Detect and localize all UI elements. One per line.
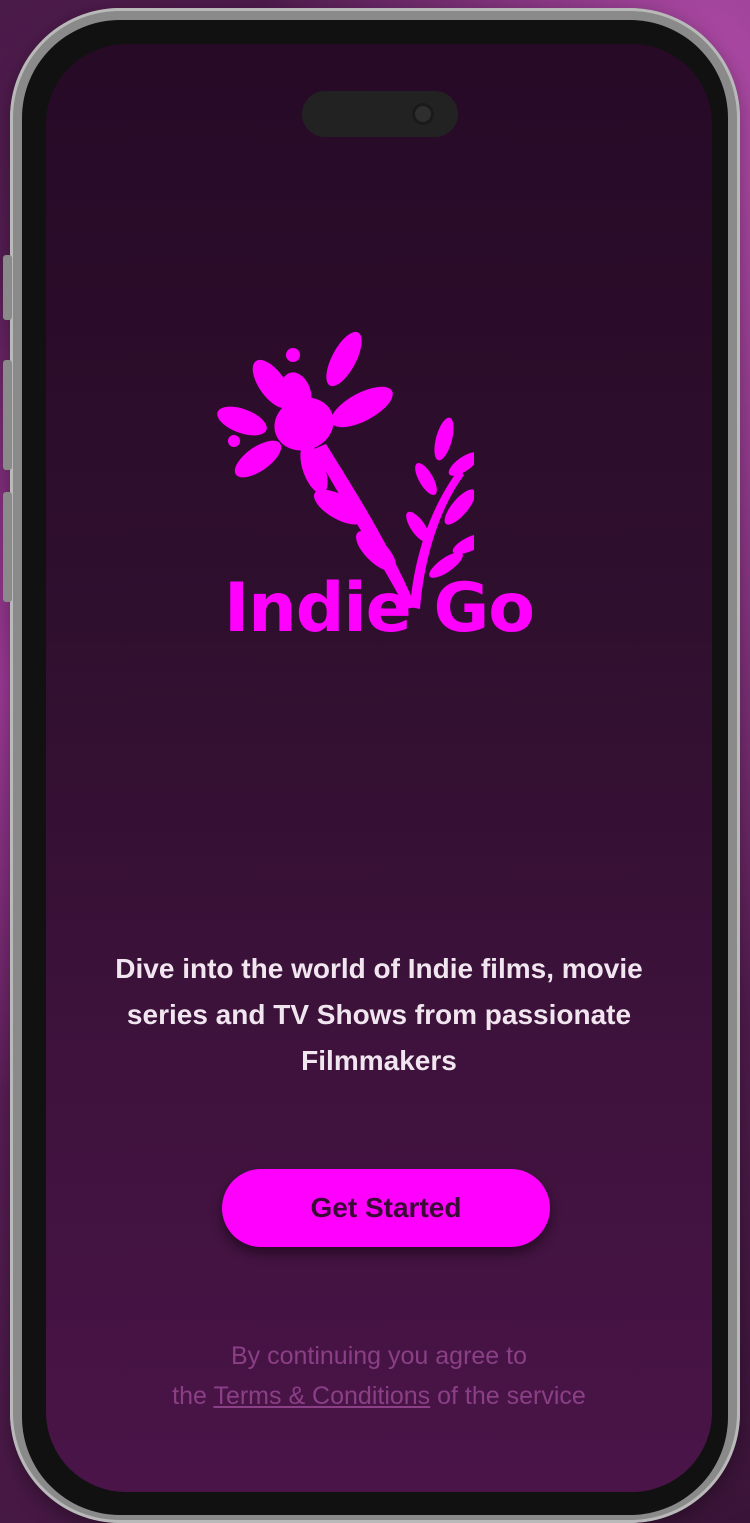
legal-prefix: the — [172, 1382, 207, 1410]
phone-volume-up-button — [3, 360, 12, 470]
legal-suffix: of the service — [437, 1382, 586, 1410]
phone-mute-switch — [3, 255, 12, 320]
terms-conditions-link[interactable]: Terms & Conditions — [213, 1382, 430, 1410]
legal-notice: By continuing you agree to the Terms & C… — [86, 1336, 672, 1416]
brand-name: Indie Go — [223, 569, 535, 648]
front-camera-icon — [412, 103, 434, 125]
dynamic-island — [302, 91, 458, 137]
phone-screen: Indie Go Dive into the world of Indie fi… — [46, 44, 712, 1492]
phone-volume-down-button — [3, 492, 12, 602]
tagline: Dive into the world of Indie films, movi… — [115, 953, 643, 1076]
get-started-button[interactable]: Get Started — [222, 1169, 550, 1247]
legal-line-1: By continuing you agree to — [230, 1342, 528, 1370]
